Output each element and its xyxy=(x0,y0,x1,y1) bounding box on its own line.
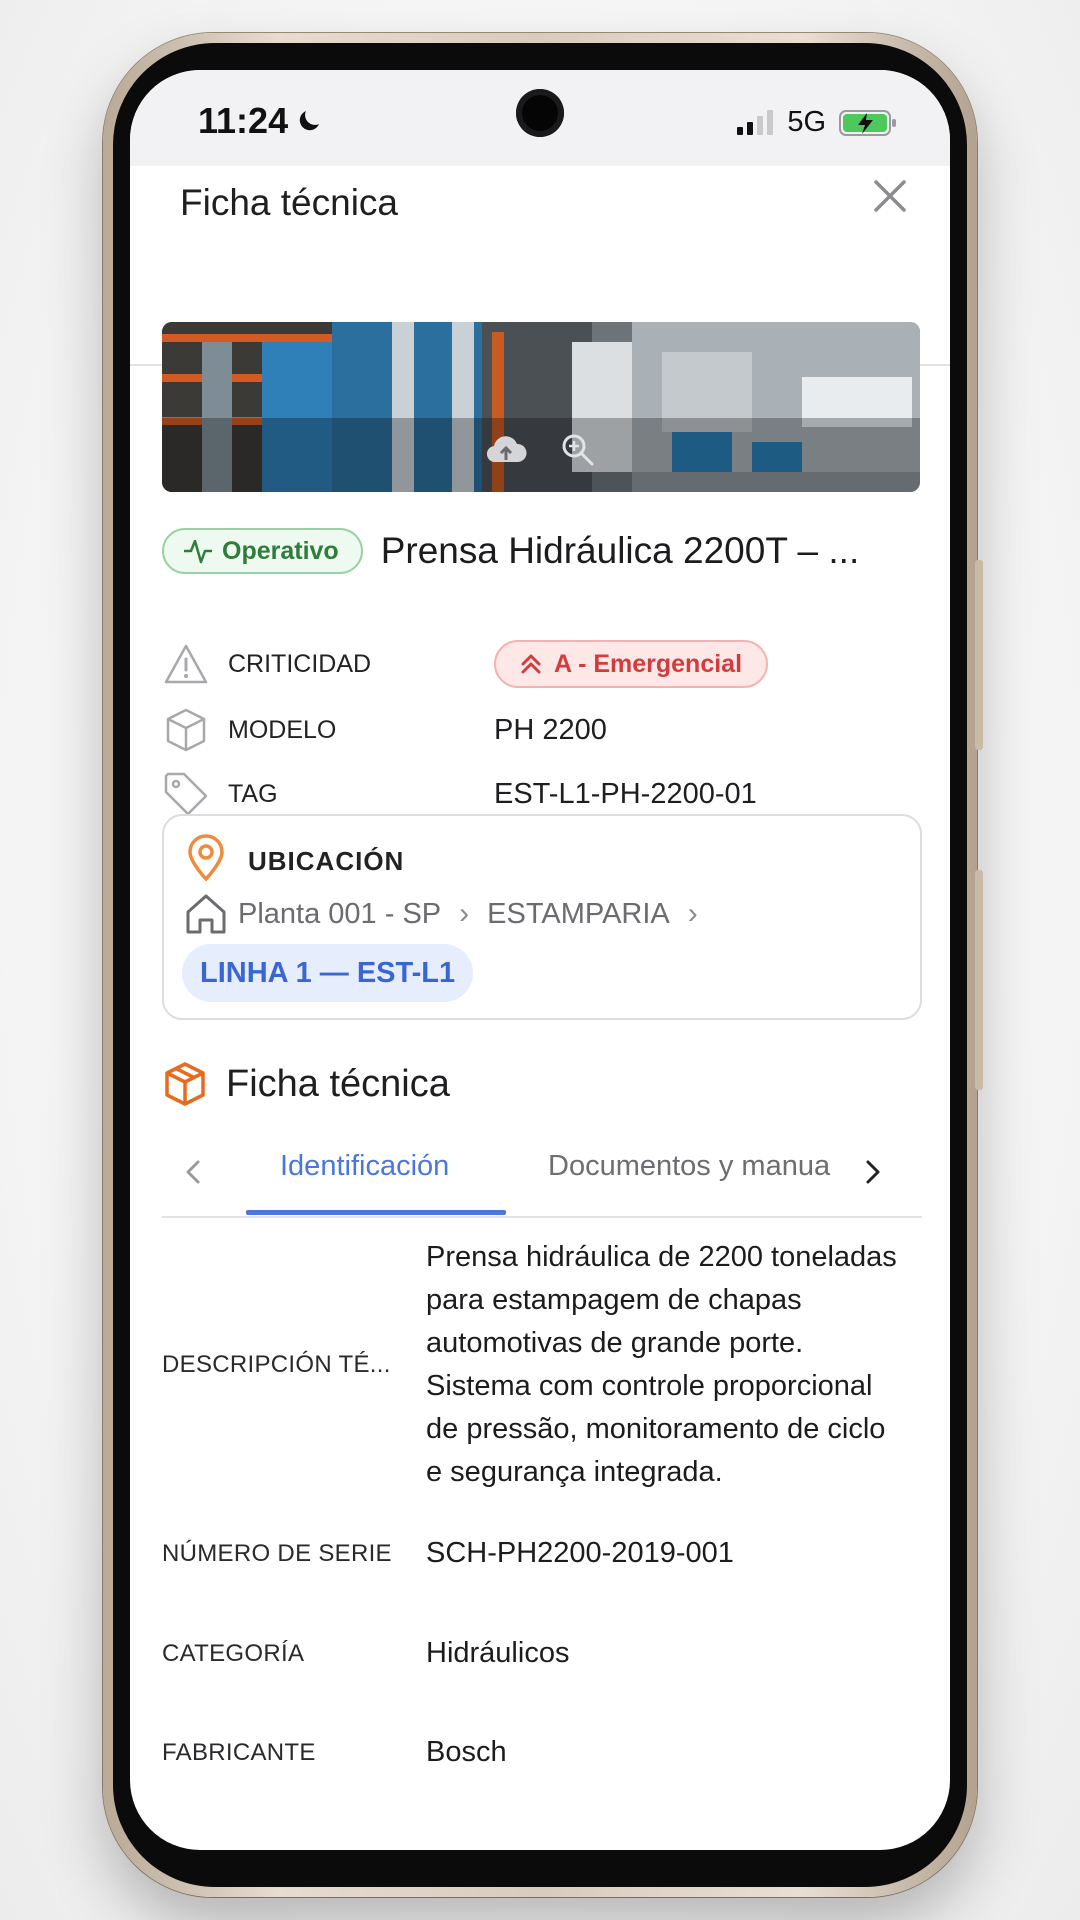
battery-charging-icon xyxy=(839,109,896,136)
field-categoria: CATEGORÍA Hidráulicos xyxy=(162,1632,922,1675)
package-icon xyxy=(165,1062,205,1106)
tab-identificacion[interactable]: Identificación xyxy=(280,1150,449,1183)
active-tab-indicator xyxy=(246,1210,506,1215)
time-text: 11:24 xyxy=(198,100,289,141)
field-label: FABRICANTE xyxy=(162,1738,316,1766)
attribute-value: PH 2200 xyxy=(494,713,607,746)
moon-icon xyxy=(299,111,320,131)
front-camera xyxy=(516,89,564,137)
attribute-modelo: MODELO PH 2200 xyxy=(162,700,922,760)
upload-cloud-icon[interactable] xyxy=(484,432,528,468)
field-value: Prensa hidráulica de 2200 toneladas para… xyxy=(426,1241,897,1488)
breadcrumb: Planta 001 - SP › ESTAMPARIA › xyxy=(184,892,706,936)
field-descripcion: DESCRIPCIÓN TÉ... Prensa hidráulica de 2… xyxy=(162,1236,922,1494)
activity-icon xyxy=(184,539,212,564)
attribute-label: MODELO xyxy=(228,715,337,744)
tab-bar: Identificación Documentos y manua xyxy=(162,1140,922,1218)
attribute-label: TAG xyxy=(228,779,278,808)
zoom-in-icon[interactable] xyxy=(560,432,596,468)
field-value: Bosch xyxy=(426,1736,507,1768)
location-pin-icon xyxy=(188,834,224,882)
close-icon xyxy=(874,180,906,212)
status-badge-label: Operativo xyxy=(222,536,339,565)
asset-photo[interactable] xyxy=(162,322,920,492)
screen: 11:24 5G Ficha técnica Operativo Prensa … xyxy=(130,70,950,1850)
status-icons: 5G xyxy=(735,106,898,139)
field-label: NÚMERO DE SERIE xyxy=(162,1539,392,1567)
box-icon xyxy=(166,708,206,752)
network-label: 5G xyxy=(787,106,826,138)
attribute-value: EST-L1-PH-2200-01 xyxy=(494,777,757,810)
attribute-criticidad: CRITICIDAD A - Emergencial xyxy=(162,634,922,694)
chevron-right-icon: › xyxy=(459,897,470,930)
tab-scroll-left-icon[interactable] xyxy=(174,1152,214,1192)
field-value: SCH-PH2200-2019-001 xyxy=(426,1537,734,1569)
breadcrumb-item[interactable]: ESTAMPARIA xyxy=(487,898,670,931)
criticality-value: A - Emergencial xyxy=(554,649,743,678)
status-badge: Operativo xyxy=(162,528,363,574)
side-button xyxy=(975,560,983,750)
current-location-chip[interactable]: LINHA 1 — EST-L1 xyxy=(182,944,474,1002)
field-numero-serie: NÚMERO DE SERIE SCH-PH2200-2019-001 xyxy=(162,1532,922,1575)
specs-header: Ficha técnica xyxy=(162,1060,450,1108)
location-title: UBICACIÓN xyxy=(248,846,405,876)
chevron-right-icon: › xyxy=(687,897,698,930)
close-button[interactable] xyxy=(868,174,912,218)
home-icon xyxy=(186,894,226,934)
asset-heading: Operativo Prensa Hidráulica 2200T – ... xyxy=(162,528,922,574)
signal-icon xyxy=(737,109,774,135)
field-fabricante: FABRICANTE Bosch xyxy=(162,1731,922,1774)
field-label: DESCRIPCIÓN TÉ... xyxy=(162,1351,391,1378)
double-chevron-up-icon xyxy=(521,654,541,674)
criticality-badge: A - Emergencial xyxy=(494,640,769,688)
side-button xyxy=(975,870,983,1090)
field-value: Hidráulicos xyxy=(426,1637,570,1669)
field-label: CATEGORÍA xyxy=(162,1639,305,1667)
asset-title: Prensa Hidráulica 2200T – ... xyxy=(380,530,860,571)
location-card: UBICACIÓN Planta 001 - SP › ESTAMPARIA ›… xyxy=(162,814,922,1020)
sheet-title: Ficha técnica xyxy=(180,182,398,223)
tag-icon xyxy=(164,772,208,816)
photo-actions-bar xyxy=(162,418,920,492)
breadcrumb-item[interactable]: Planta 001 - SP xyxy=(238,898,441,931)
status-time: 11:24 xyxy=(198,100,324,142)
specs-title: Ficha técnica xyxy=(226,1062,450,1105)
warning-icon xyxy=(164,644,208,684)
tab-documentos[interactable]: Documentos y manua xyxy=(548,1150,842,1183)
status-bar: 11:24 5G xyxy=(130,70,950,166)
tab-scroll-right-icon[interactable] xyxy=(852,1152,892,1192)
attribute-label: CRITICIDAD xyxy=(228,649,372,678)
